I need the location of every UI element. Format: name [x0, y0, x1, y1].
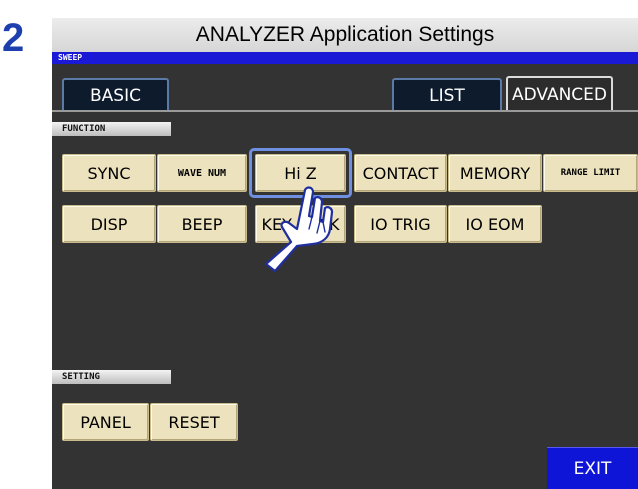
device-screen: SWEEP BASIC LIST ADVANCED FUNCTION SYNC … [52, 52, 638, 489]
step-number: 2 [2, 16, 25, 60]
reset-button[interactable]: RESET [150, 403, 238, 441]
sync-button[interactable]: SYNC [62, 154, 156, 192]
hand-pointer-icon [264, 186, 334, 273]
contact-button[interactable]: CONTACT [354, 154, 447, 192]
mode-label: SWEEP [58, 53, 83, 62]
window-title-text: ANALYZER Application Settings [195, 23, 495, 46]
mode-bar: SWEEP [52, 52, 638, 64]
io-eom-button[interactable]: IO EOM [448, 205, 542, 243]
window-title: ANALYZER Application Settings [52, 18, 638, 53]
setting-section-label: SETTING [52, 370, 171, 384]
panel-button[interactable]: PANEL [62, 403, 149, 441]
wave-num-button[interactable]: WAVE NUM [157, 154, 247, 192]
tab-advanced[interactable]: ADVANCED [506, 76, 613, 112]
memory-button[interactable]: MEMORY [448, 154, 542, 192]
disp-button[interactable]: DISP [62, 205, 156, 243]
tab-list[interactable]: LIST [392, 78, 502, 112]
function-section-label: FUNCTION [52, 122, 171, 136]
tab-divider [52, 110, 638, 112]
tab-basic[interactable]: BASIC [62, 78, 169, 112]
range-limit-button[interactable]: RANGE LIMIT [543, 154, 638, 192]
beep-button[interactable]: BEEP [157, 205, 247, 243]
io-trig-button[interactable]: IO TRIG [354, 205, 447, 243]
exit-button[interactable]: EXIT [547, 447, 638, 489]
